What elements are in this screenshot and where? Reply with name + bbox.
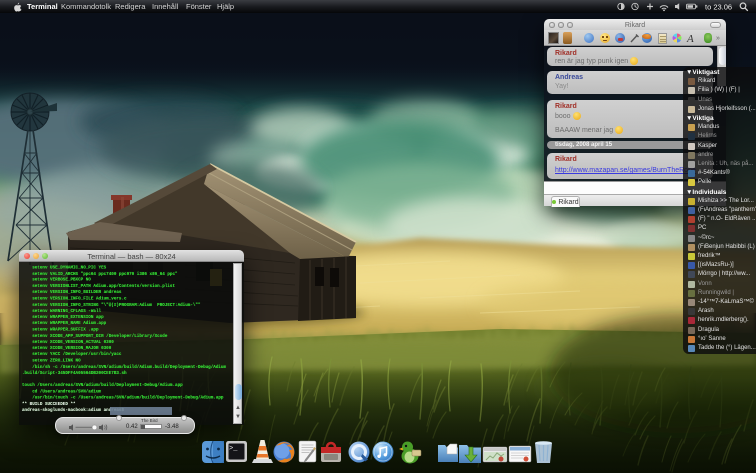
svg-text:to 23.06: to 23.06 [705,3,732,12]
svg-text:>_: >_ [229,445,238,453]
